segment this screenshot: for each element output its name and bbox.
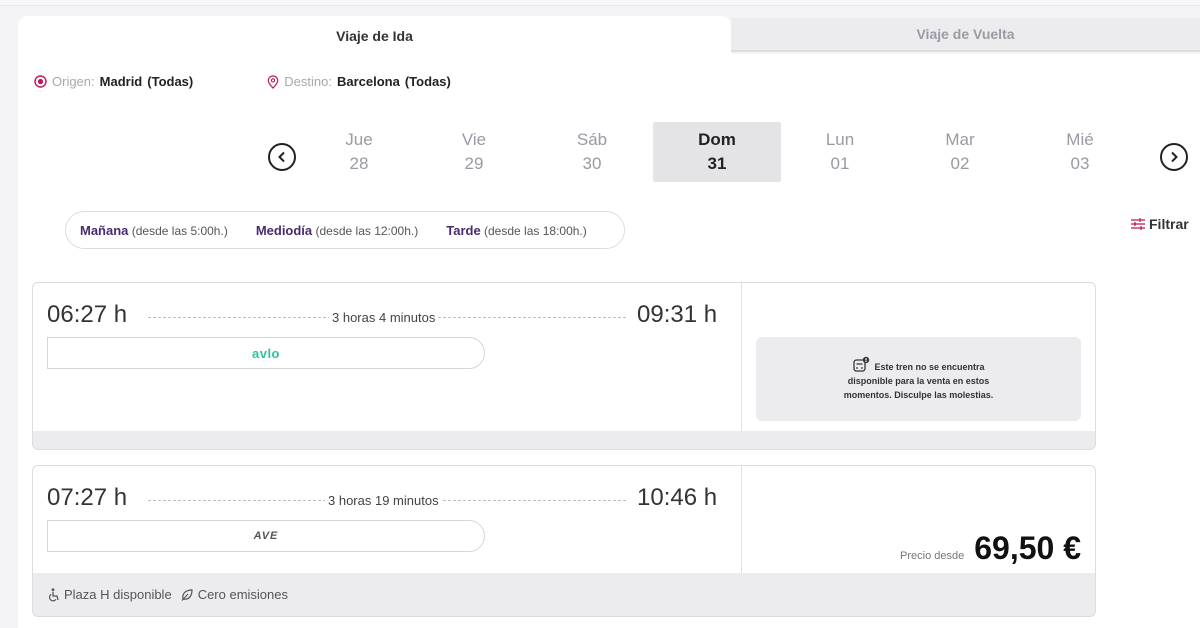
origin-radio-icon — [34, 75, 47, 88]
time-of-day-filter: Mañana (desde las 5:00h.) Mediodía (desd… — [65, 211, 625, 249]
train-brand: avlo — [47, 337, 485, 369]
date-weekday: Jue — [345, 130, 373, 149]
date-option-jue[interactable]: Jue 28 — [295, 122, 423, 182]
departure-time: 07:27 h — [47, 484, 128, 511]
destination-scope: (Todas) — [404, 74, 451, 89]
date-weekday: Vie — [461, 130, 487, 149]
date-option-vie[interactable]: Vie 29 — [410, 122, 538, 182]
date-option-mie[interactable]: Mié 03 — [1016, 122, 1144, 182]
results-panel: Origen: Madrid (Todas) Destino: Barcelon… — [18, 54, 1200, 628]
top-strip — [0, 0, 1200, 6]
time-filter-range: (desde las 18:00h.) — [484, 223, 587, 238]
chevron-left-icon — [278, 151, 285, 163]
journey-duration: 3 horas 4 minutos — [329, 310, 439, 325]
wheelchair-icon — [48, 587, 59, 601]
card-divider — [741, 283, 742, 433]
card-divider — [741, 466, 742, 574]
journey-duration: 3 horas 19 minutos — [325, 493, 442, 508]
destination: Destino: Barcelona (Todas) — [267, 74, 451, 89]
date-day: 02 — [950, 154, 970, 173]
chevron-right-icon — [1171, 151, 1178, 163]
accessible-seat-text: Plaza H disponible — [64, 587, 172, 602]
avlo-logo: avlo — [251, 345, 280, 361]
date-weekday: Lun — [825, 130, 855, 149]
train-brand: AVE — [47, 520, 485, 552]
origin-value: Madrid — [99, 74, 143, 89]
sliders-icon — [1131, 218, 1145, 230]
price-value: 69,50 € — [974, 530, 1081, 566]
time-filter-range: (desde las 5:00h.) — [131, 223, 228, 238]
ave-logo: AVE — [253, 530, 279, 542]
origin-scope: (Todas) — [147, 74, 194, 89]
date-day: 01 — [830, 154, 850, 173]
date-option-sab[interactable]: Sáb 30 — [528, 122, 656, 182]
previous-dates-button[interactable] — [268, 143, 296, 171]
date-weekday: Mar — [945, 130, 975, 149]
price-label: Precio desde — [900, 550, 965, 562]
date-option-mar[interactable]: Mar 02 — [896, 122, 1024, 182]
time-filter-name: Tarde — [446, 222, 481, 238]
date-day: 31 — [707, 154, 727, 173]
price[interactable]: Precio desde 69,50 € — [900, 530, 1081, 567]
leaf-icon — [181, 588, 193, 601]
filter-button[interactable]: Filtrar — [1130, 216, 1189, 232]
time-filter-afternoon[interactable]: Tarde (desde las 18:00h.) — [446, 223, 587, 238]
unavailable-text-line1: Este tren no se encuentra — [874, 362, 985, 372]
route-summary: Origen: Madrid (Todas) Destino: Barcelon… — [34, 74, 451, 89]
tab-outbound[interactable]: Viaje de Ida — [18, 16, 731, 56]
arrival-time: 09:31 h — [637, 301, 718, 328]
origin-label: Origen: — [52, 74, 95, 89]
tab-return[interactable]: Viaje de Vuelta — [731, 18, 1200, 52]
zero-emissions-text: Cero emisiones — [197, 587, 289, 602]
time-filter-name: Mediodía — [255, 222, 313, 238]
train-card[interactable]: 07:27 h 3 horas 19 minutos 10:46 h AVE P… — [32, 465, 1096, 617]
date-weekday: Sáb — [576, 130, 608, 149]
train-features: Plaza H disponible Cero emisiones — [47, 587, 288, 602]
origin: Origen: Madrid (Todas) — [34, 74, 193, 89]
date-option-lun[interactable]: Lun 01 — [776, 122, 904, 182]
destination-value: Barcelona — [336, 74, 400, 89]
date-weekday: Dom — [698, 130, 736, 149]
next-dates-button[interactable] — [1160, 143, 1188, 171]
date-day: 29 — [464, 154, 484, 173]
unavailable-text-line3: momentos. Disculpe las molestias. — [843, 390, 994, 400]
date-day: 03 — [1070, 154, 1090, 173]
unavailable-notice: Este tren no se encuentra disponible par… — [756, 337, 1081, 421]
time-filter-morning[interactable]: Mañana (desde las 5:00h.) — [80, 223, 228, 238]
train-schedule: 06:27 h 3 horas 4 minutos 09:31 h avlo — [33, 283, 741, 449]
date-day: 30 — [582, 154, 602, 173]
date-option-dom-selected[interactable]: Dom 31 — [653, 122, 781, 182]
train-info-icon — [853, 356, 870, 372]
arrival-time: 10:46 h — [637, 484, 718, 511]
filter-label: Filtrar — [1149, 216, 1189, 232]
departure-time: 06:27 h — [47, 301, 128, 328]
card-footer: Plaza H disponible Cero emisiones — [33, 573, 1095, 616]
destination-label: Destino: — [284, 74, 332, 89]
date-day: 28 — [349, 154, 369, 173]
time-filter-name: Mañana — [80, 222, 129, 238]
card-footer — [33, 431, 1095, 449]
time-filter-range: (desde las 12:00h.) — [315, 223, 419, 238]
time-filter-midday[interactable]: Mediodía (desde las 12:00h.) — [256, 223, 418, 238]
date-weekday: Mié — [1066, 130, 1094, 149]
unavailable-text-line2: disponible para la venta en estos — [847, 376, 990, 386]
location-pin-icon — [267, 74, 279, 89]
train-card[interactable]: 06:27 h 3 horas 4 minutos 09:31 h avlo E… — [32, 282, 1096, 450]
